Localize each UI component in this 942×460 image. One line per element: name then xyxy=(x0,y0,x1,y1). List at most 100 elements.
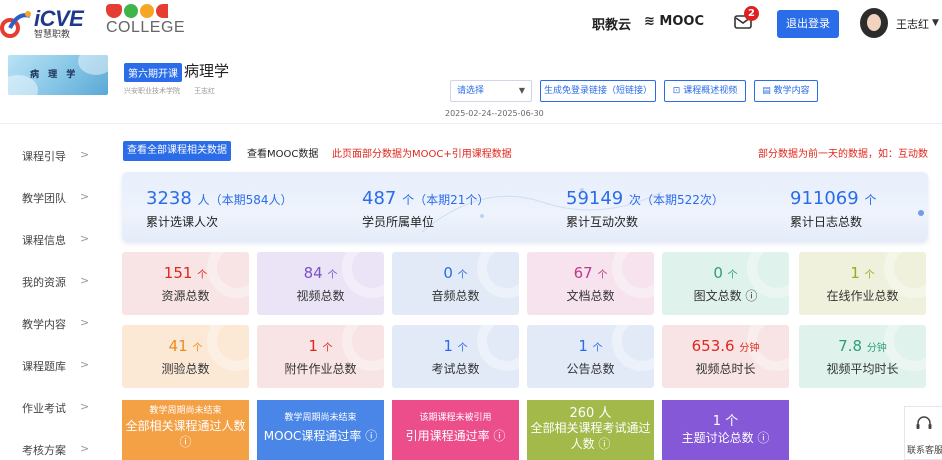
stat-card-all-course-pass-count[interactable]: 教学周期尚未结束 全部相关课程通过人数 ⓘ xyxy=(122,400,249,460)
summary-label-logs: 累计日志总数 xyxy=(790,215,863,229)
icve-logo-sub: 智慧职教 xyxy=(34,30,71,40)
stat-card-exams[interactable]: 1 个 考试总数 xyxy=(392,325,519,388)
chevron-right-icon: > xyxy=(80,232,90,245)
decorative-dot xyxy=(918,210,924,216)
nav-zhijiaoyun[interactable]: 职教云 xyxy=(592,14,631,33)
stat-label: 附件作业总数 xyxy=(284,362,357,376)
stat-value: 7.8 分钟 xyxy=(838,337,887,355)
logout-button[interactable]: 退出登录 xyxy=(777,10,839,38)
stat-card-image-text[interactable]: 0 个 图文总数 ⓘ xyxy=(662,252,789,315)
top-bar: iCVE 智慧职教 COLLEGE 职教云 ≋ MOOC 2 退出登录 王志红 … xyxy=(0,0,942,48)
mooc-wave-icon: ≋ xyxy=(644,14,660,29)
stat-label: 在线作业总数 xyxy=(826,289,899,303)
stat-card-video-avg-duration[interactable]: 7.8 分钟 视频平均时长 xyxy=(799,325,926,388)
stat-label: 图文总数 ⓘ xyxy=(693,289,758,303)
stat-card-attachment-homework[interactable]: 1 个 附件作业总数 xyxy=(257,325,384,388)
stat-card-referenced-pass-rate[interactable]: 该期课程未被引用 引用课程通过率 ⓘ xyxy=(392,400,519,460)
summary-value-enrollments: 3238 人（本期584人） xyxy=(146,188,293,209)
stat-card-videos[interactable]: 84 个 视频总数 xyxy=(257,252,384,315)
document-icon: ▤ xyxy=(762,86,774,96)
summary-label-units: 学员所属单位 xyxy=(362,215,435,229)
stat-label: 公告总数 xyxy=(566,362,615,376)
stat-label: 文档总数 xyxy=(566,289,615,303)
stat-value: 1 个 xyxy=(308,337,333,355)
stat-value: 41 个 xyxy=(168,337,203,355)
stat-card-resources[interactable]: 151 个 资源总数 xyxy=(122,252,249,315)
customer-service-widget[interactable]: 联系客服 xyxy=(904,406,942,460)
tab-mooc-data[interactable]: 查看MOOC数据 xyxy=(247,145,318,160)
sidebar-item-teaching-content[interactable]: 教学内容 > xyxy=(22,316,102,332)
teacher-name: 王志红 xyxy=(194,87,215,95)
stat-card-mooc-pass-rate[interactable]: 教学周期尚未结束 MOOC课程通过率 ⓘ xyxy=(257,400,384,460)
user-name[interactable]: 王志红 xyxy=(896,16,929,32)
icve-logo[interactable]: iCVE 智慧职教 xyxy=(0,6,84,42)
customer-service-label: 联系客服 xyxy=(907,446,942,456)
user-menu-caret-icon[interactable]: ▼ xyxy=(932,18,939,28)
overview-video-button[interactable]: ⊡ 课程概述视频 xyxy=(664,80,746,102)
chevron-right-icon: > xyxy=(80,190,90,203)
stat-label: 视频总时长 xyxy=(695,362,756,376)
message-count-badge: 2 xyxy=(744,6,759,21)
stat-value: 0 个 xyxy=(713,264,738,282)
course-title: 病理学 xyxy=(184,62,230,80)
stat-card-discussion-topics[interactable]: 1 个 主题讨论总数 ⓘ xyxy=(662,400,789,460)
avatar[interactable] xyxy=(860,8,888,38)
mooc-college-logo[interactable]: COLLEGE xyxy=(106,4,185,37)
tab-all-course-data[interactable]: 查看全部课程相关数据 xyxy=(123,141,231,161)
summary-value-units: 487 个（本期21个） xyxy=(362,188,490,209)
chevron-right-icon: > xyxy=(80,358,90,371)
summary-label-enrollments: 累计选课人次 xyxy=(146,215,219,229)
chevron-down-icon: ▼ xyxy=(518,86,525,95)
college-logo-text: COLLEGE xyxy=(106,19,186,36)
share-link-button[interactable]: 生成免登录链接（短链接） xyxy=(540,80,656,102)
stat-card-documents[interactable]: 67 个 文档总数 xyxy=(527,252,654,315)
sidebar-item-assessment-plan[interactable]: 考核方案 > xyxy=(22,442,102,458)
stat-label: 视频平均时长 xyxy=(826,362,899,376)
term-tag: 第六期开课 xyxy=(124,63,182,82)
stat-label: 测验总数 xyxy=(161,362,210,376)
summary-value-interactions: 59149 次（本期522次） xyxy=(566,188,724,209)
icve-swirl-icon xyxy=(0,11,31,38)
data-scope-note: 此页面部分数据为MOOC+引用课程数据 xyxy=(332,149,512,160)
course-cover-image: 病 理 学 xyxy=(8,55,108,95)
page-root: iCVE 智慧职教 COLLEGE 职教云 ≋ MOOC 2 退出登录 王志红 … xyxy=(0,0,942,460)
chevron-right-icon: > xyxy=(80,400,90,413)
icve-logo-text: iCVE xyxy=(34,6,84,31)
stat-value: 0 个 xyxy=(443,264,468,282)
header-divider xyxy=(0,123,942,124)
stat-label: 视频总数 xyxy=(296,289,345,303)
sidebar-item-homework-exam[interactable]: 作业考试 > xyxy=(22,400,102,416)
teaching-content-button[interactable]: ▤ 教学内容 xyxy=(754,80,818,102)
stat-card-online-homework[interactable]: 1 个 在线作业总数 xyxy=(799,252,926,315)
chevron-right-icon: > xyxy=(80,274,90,287)
stat-value: 151 个 xyxy=(163,264,208,282)
stat-value: 84 个 xyxy=(303,264,338,282)
mooc-logo-mark xyxy=(106,4,185,18)
stat-card-announcements[interactable]: 1 个 公告总数 xyxy=(527,325,654,388)
stat-value: 653.6 分钟 xyxy=(691,337,760,355)
stat-label: 音频总数 xyxy=(431,289,480,303)
chevron-right-icon: > xyxy=(80,442,90,455)
course-cover-title: 病 理 学 xyxy=(30,70,79,80)
stat-card-video-total-duration[interactable]: 653.6 分钟 视频总时长 xyxy=(662,325,789,388)
stat-card-exam-pass-count[interactable]: 260 人 全部相关课程考试通过人数 ⓘ xyxy=(527,400,654,460)
sidebar-item-question-bank[interactable]: 课程题库 > xyxy=(22,358,102,374)
stat-label: 资源总数 xyxy=(161,289,210,303)
date-range: 2025-02-24--2025-06-30 xyxy=(445,109,544,118)
stat-card-quizzes[interactable]: 41 个 测验总数 xyxy=(122,325,249,388)
chevron-right-icon: > xyxy=(80,316,90,329)
sidebar-item-teaching-team[interactable]: 教学团队 > xyxy=(22,190,102,206)
stat-value: 1 个 xyxy=(850,264,875,282)
chevron-right-icon: > xyxy=(80,148,90,161)
sidebar-item-my-resources[interactable]: 我的资源 > xyxy=(22,274,102,290)
nav-mooc[interactable]: ≋ MOOC xyxy=(644,14,704,29)
sidebar-item-course-guide[interactable]: 课程引导 > xyxy=(22,148,102,164)
stat-label: 考试总数 xyxy=(431,362,480,376)
term-select[interactable]: 请选择 ▼ xyxy=(450,80,532,102)
video-icon: ⊡ xyxy=(672,86,684,96)
data-freshness-note: 部分数据为前一天的数据，如：互动数 xyxy=(758,149,928,160)
headset-icon xyxy=(916,416,932,429)
stat-card-audios[interactable]: 0 个 音频总数 xyxy=(392,252,519,315)
summary-label-interactions: 累计互动次数 xyxy=(566,215,639,229)
sidebar-item-course-info[interactable]: 课程信息 > xyxy=(22,232,102,248)
